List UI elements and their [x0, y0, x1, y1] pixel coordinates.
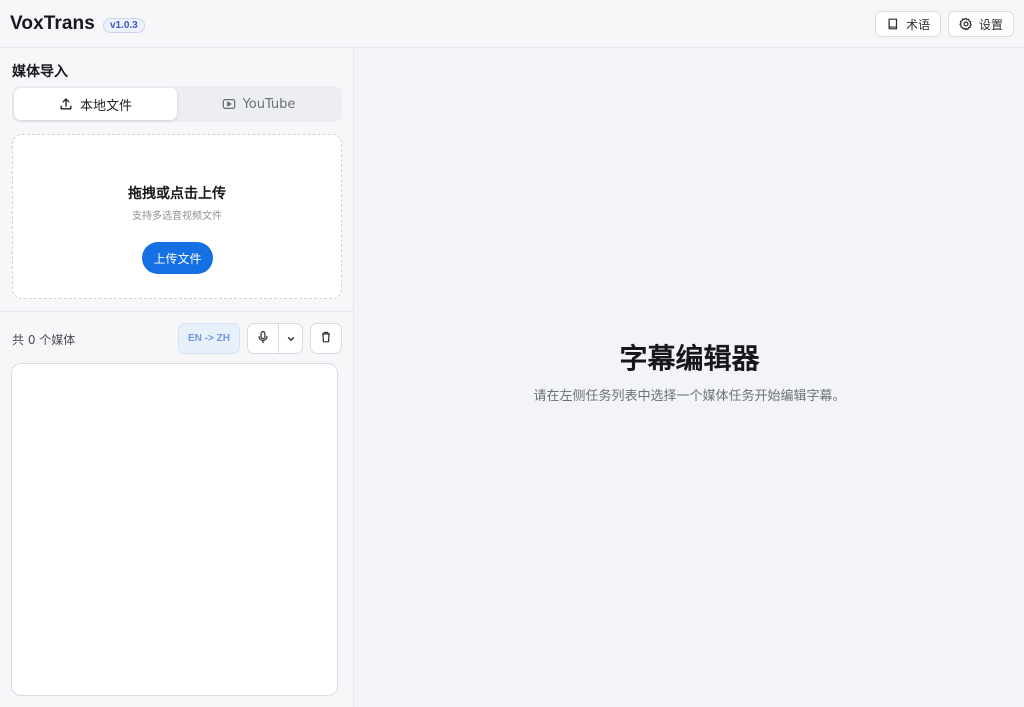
youtube-play-icon — [222, 97, 236, 111]
tab-youtube-label: YouTube — [242, 96, 296, 112]
terms-button[interactable]: 术语 — [874, 11, 941, 37]
terms-label: 术语 — [905, 17, 930, 32]
book-icon — [886, 17, 900, 31]
editor-title: 字幕编辑器 — [619, 342, 760, 375]
trash-icon — [319, 329, 333, 348]
language-pair-button[interactable]: EN -> ZH — [178, 323, 240, 354]
gear-icon — [959, 17, 973, 31]
editor-hint: 请在左侧任务列表中选择一个媒体任务开始编辑字幕。 — [533, 389, 846, 404]
microphone-icon — [256, 329, 270, 348]
settings-label: 设置 — [978, 17, 1003, 32]
transcribe-control — [247, 323, 303, 354]
delete-all-button[interactable] — [310, 323, 342, 354]
app-name: VoxTrans — [10, 12, 95, 34]
settings-button[interactable]: 设置 — [947, 11, 1014, 37]
tab-local-file-label: 本地文件 — [79, 98, 132, 114]
chevron-down-icon — [286, 329, 296, 348]
version-badge: v1.0.3 — [102, 18, 145, 33]
dropzone-subtitle: 支持多选音视频文件 — [132, 211, 222, 222]
media-list — [11, 363, 338, 696]
media-count: 共 0 个媒体 — [12, 333, 76, 347]
upload-file-button[interactable]: 上传文件 — [142, 242, 213, 274]
import-tabs: 本地文件 YouTube — [12, 86, 342, 122]
microphone-dropdown[interactable] — [279, 324, 302, 353]
microphone-button[interactable] — [248, 324, 279, 353]
dropzone-title: 拖拽或点击上传 — [128, 186, 226, 202]
section-title: 媒体导入 — [12, 64, 68, 80]
subtitle-editor-area: 字幕编辑器 请在左侧任务列表中选择一个媒体任务开始编辑字幕。 — [355, 48, 1024, 707]
upload-dropzone[interactable]: 拖拽或点击上传 支持多选音视频文件 上传文件 — [12, 134, 342, 299]
tab-local-file[interactable]: 本地文件 — [14, 88, 177, 120]
upload-icon — [59, 97, 73, 111]
top-actions: 术语 设置 — [874, 11, 1014, 37]
section-divider — [0, 311, 353, 312]
top-bar: VoxTrans v1.0.3 术语 设置 — [0, 0, 1024, 48]
sidebar: 媒体导入 本地文件 YouTube 拖拽或点击上传 支持多选音视频文件 上传文件… — [0, 48, 354, 707]
tab-youtube[interactable]: YouTube — [177, 88, 340, 120]
